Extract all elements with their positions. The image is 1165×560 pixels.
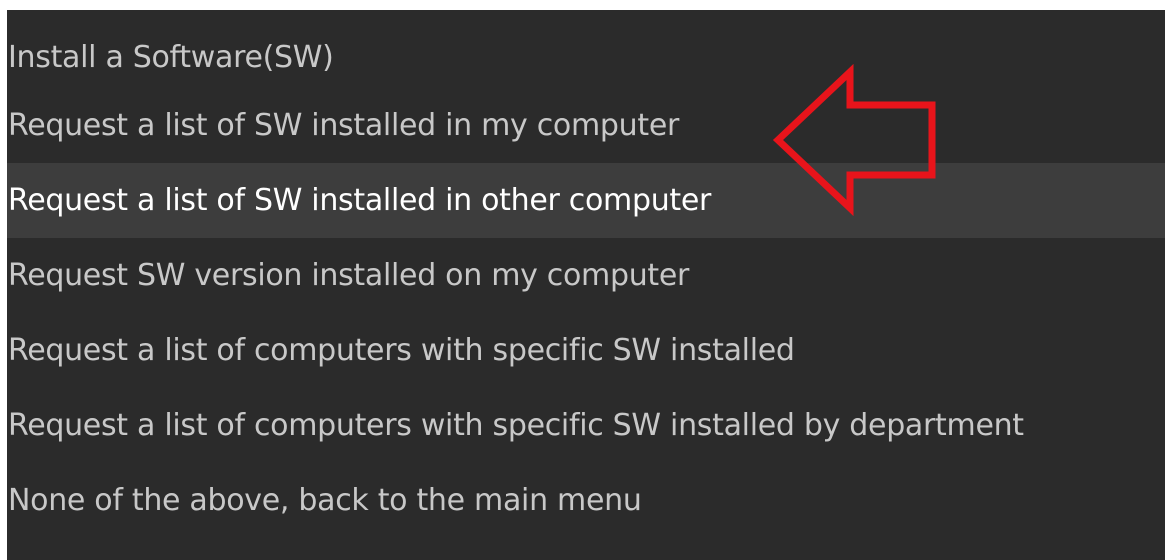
menu-list: Install a Software(SW) Request a list of… <box>7 28 1165 538</box>
menu-item-install-software[interactable]: Install a Software(SW) <box>7 28 1165 88</box>
menu-item-list-sw-my-computer[interactable]: Request a list of SW installed in my com… <box>7 88 1165 163</box>
arrow-outline <box>772 63 936 217</box>
left-arrow-outline-icon <box>772 63 936 217</box>
software-menu: Install a Software(SW) Request a list of… <box>7 10 1165 560</box>
menu-item-list-sw-other-computer[interactable]: Request a list of SW installed in other … <box>7 163 1165 238</box>
menu-item-computers-with-sw-by-department[interactable]: Request a list of computers with specifi… <box>7 388 1165 463</box>
menu-item-back-to-main-menu[interactable]: None of the above, back to the main menu <box>7 463 1165 538</box>
menu-item-sw-version-my-computer[interactable]: Request SW version installed on my compu… <box>7 238 1165 313</box>
menu-item-computers-with-sw[interactable]: Request a list of computers with specifi… <box>7 313 1165 388</box>
